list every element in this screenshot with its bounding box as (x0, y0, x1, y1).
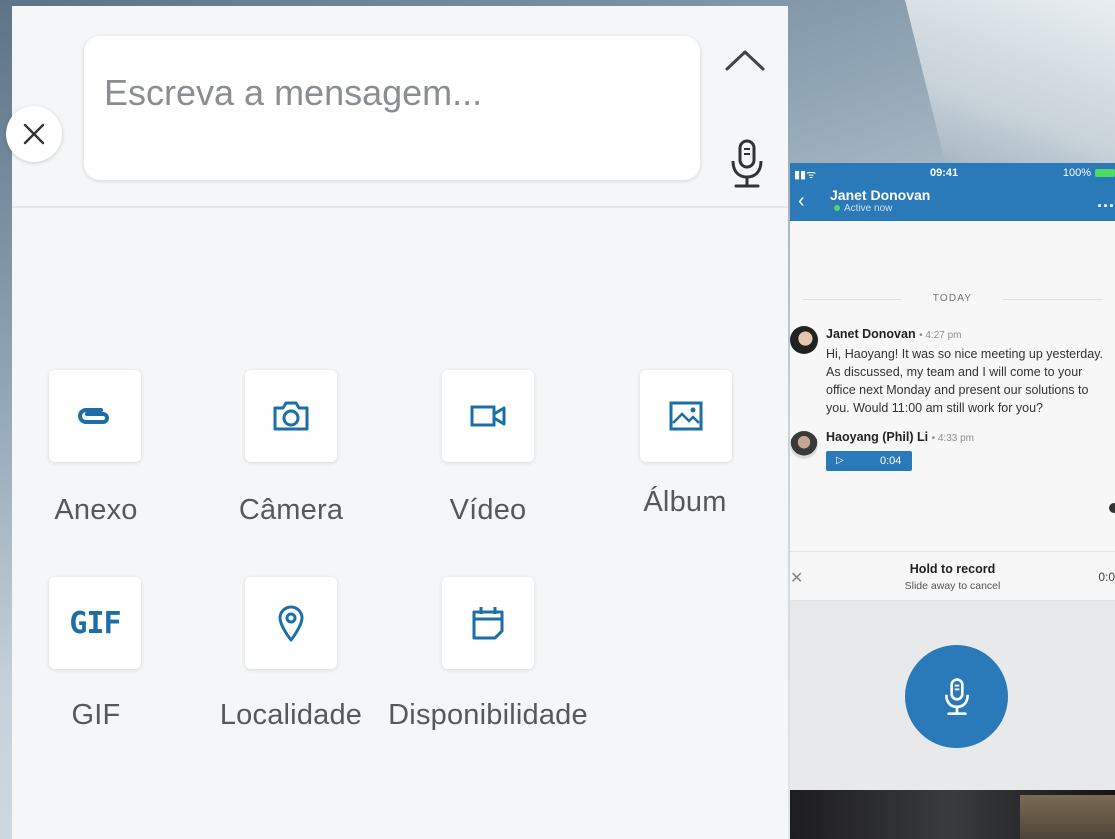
attachment-gif-button[interactable]: GIF (49, 577, 141, 669)
sender-name: Janet Donovan (826, 327, 916, 341)
online-dot-icon (834, 205, 840, 212)
status-time: 09:41 (930, 167, 959, 179)
calendar-icon (472, 607, 504, 640)
record-button[interactable] (905, 645, 1008, 748)
edge-indicator (1109, 503, 1115, 513)
more-options-icon[interactable]: ... (1097, 191, 1115, 212)
paperclip-icon (78, 408, 109, 424)
microphone-icon (731, 139, 763, 188)
battery-label: 100% (1062, 167, 1091, 179)
background-surface (905, 0, 1115, 170)
android-compose-screen: Anexo Câmera Vídeo Álbum GIF (6, 6, 788, 839)
attachment-label: GIF (71, 699, 121, 731)
attachment-availability-button[interactable] (442, 577, 534, 669)
message-list: TODAY Janet Donovan • 4:27 pm Hi, Haoyan… (790, 221, 1115, 551)
record-hint: Slide away to cancel (904, 580, 1001, 592)
message-sender: Haoyang (Phil) Li • 4:33 pm (826, 430, 974, 444)
play-icon[interactable]: ▷ (836, 455, 844, 466)
message-input[interactable] (84, 36, 700, 180)
voice-message-player[interactable]: ▷ 0:04 (826, 451, 912, 471)
message-text: Hi, Haoyang! It was so nice meeting up y… (826, 347, 1103, 415)
signal-icon: ▮▮ᯤ (794, 169, 817, 181)
avatar[interactable] (790, 431, 818, 459)
gif-icon: GIF (69, 605, 121, 641)
ios-chat-screen: ▮▮ᯤ 09:41 100% ‹ Janet Donovan Active no… (790, 163, 1115, 790)
attachment-camera-button[interactable] (245, 370, 337, 462)
message-time: 4:27 pm (925, 330, 962, 341)
background-object (1020, 795, 1115, 839)
location-pin-icon (278, 605, 304, 642)
battery-icon (1095, 169, 1115, 177)
voice-duration: 0:04 (880, 455, 902, 467)
record-area (790, 601, 1115, 790)
attachment-label: Câmera (238, 494, 344, 526)
chat-header: ‹ Janet Donovan Active now ... (790, 183, 1115, 221)
collapse-button[interactable] (718, 40, 772, 80)
camera-icon (273, 401, 309, 431)
record-bar: ✕ Hold to record Slide away to cancel 0:… (790, 551, 1115, 601)
microphone-button[interactable] (724, 134, 770, 194)
contact-name[interactable]: Janet Donovan (830, 187, 930, 203)
image-icon (669, 401, 703, 431)
record-counter: 0:0 (1098, 570, 1115, 584)
message-sender: Janet Donovan • 4:27 pm (826, 327, 962, 341)
chevron-up-icon (725, 50, 765, 71)
close-icon (23, 123, 45, 145)
presence-label: Active now (844, 203, 893, 214)
attachment-label: Álbum (643, 486, 727, 518)
back-icon[interactable]: ‹ (798, 191, 805, 211)
date-divider: TODAY (790, 293, 1115, 304)
attachment-label: Localidade (219, 699, 363, 731)
close-button[interactable] (6, 106, 62, 162)
avatar[interactable] (790, 326, 818, 354)
attachment-label: Anexo (54, 494, 138, 526)
status-bar: ▮▮ᯤ 09:41 100% (790, 163, 1115, 183)
attachment-anexo-button[interactable] (49, 370, 141, 462)
message-time: 4:33 pm (937, 433, 974, 444)
attachment-video-button[interactable] (442, 370, 534, 462)
presence-status: Active now (834, 203, 892, 214)
video-camera-icon (470, 405, 506, 427)
attachment-location-button[interactable] (245, 577, 337, 669)
attachment-label: Vídeo (449, 494, 527, 526)
attachment-label: Disponibilidade (388, 699, 588, 731)
attachment-album-button[interactable] (640, 370, 732, 462)
record-title: Hold to record (909, 562, 996, 576)
microphone-icon (944, 677, 969, 715)
compose-bar (6, 6, 788, 208)
sender-name: Haoyang (Phil) Li (826, 430, 929, 444)
